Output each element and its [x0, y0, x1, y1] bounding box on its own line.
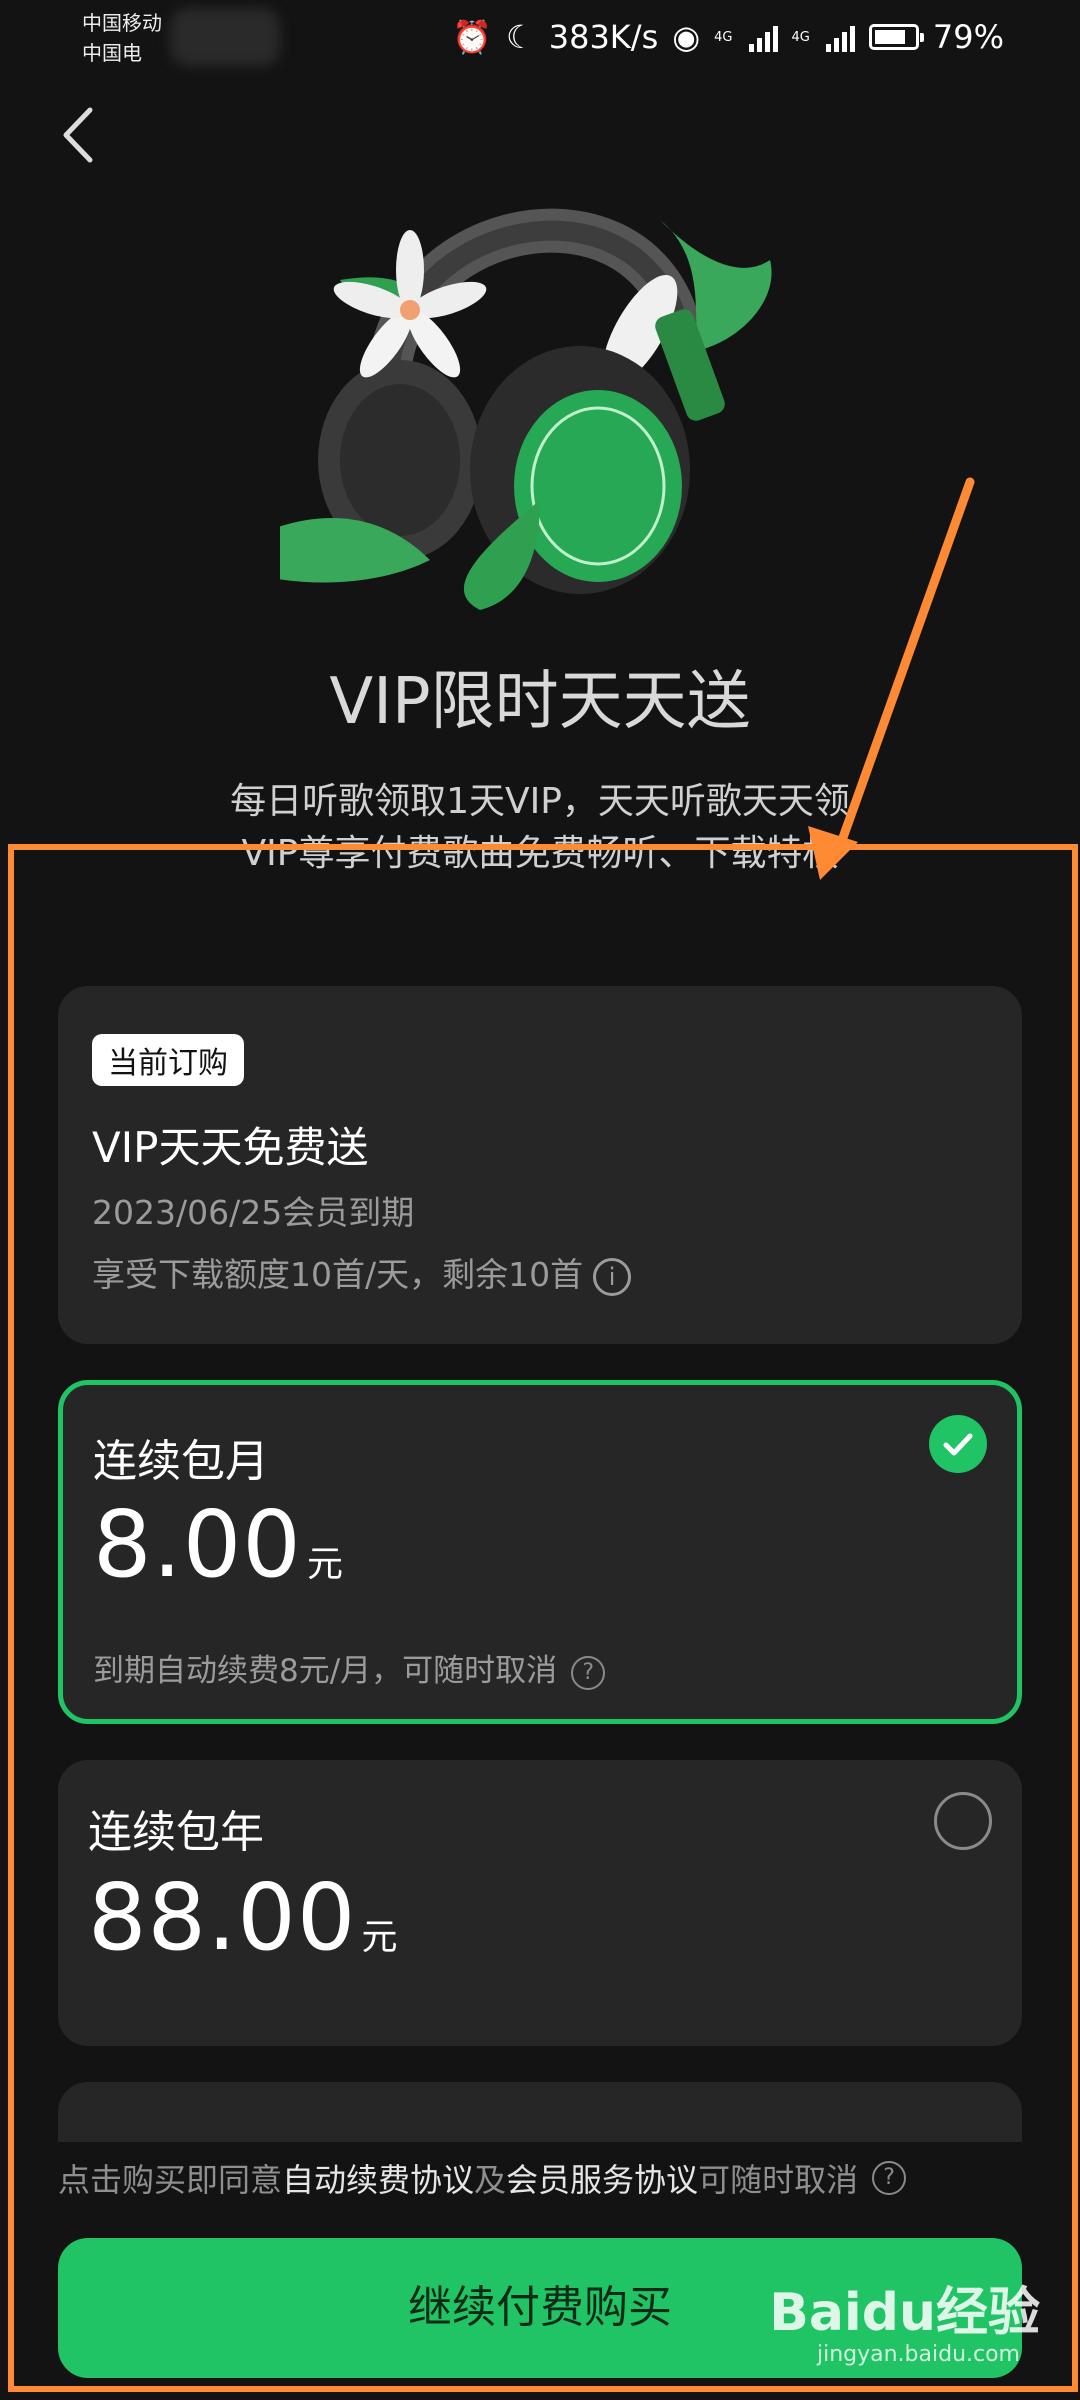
agree-mid: 及 [474, 2161, 507, 2199]
net-speed: 383K/s [548, 18, 659, 56]
subtitle-line-2: VIP尊享付费歌曲免费畅听、下载特权 [241, 833, 839, 874]
back-button[interactable] [56, 100, 116, 170]
plan-name: 连续包月 [93, 1436, 269, 1487]
plan-card-partial[interactable] [58, 2082, 1022, 2142]
watermark-url: jingyan.baidu.com [816, 2342, 1020, 2367]
agree-suffix: 可随时取消 [698, 2161, 859, 2199]
price-row: 88.00 元 [88, 1864, 398, 1971]
plan-note-row: 到期自动续费8元/月，可随时取消? [93, 1645, 606, 1690]
member-service-agreement-link[interactable]: 会员服务协议 [506, 2155, 698, 2201]
plan-card-yearly[interactable]: 连续包年 88.00 元 [58, 1760, 1022, 2046]
signal-icon-2 [825, 22, 855, 52]
check-icon [929, 1415, 987, 1473]
plan-price: 8.00 [93, 1491, 302, 1598]
headphones-illustration [280, 208, 772, 610]
status-bar: 中国移动 中国电 ⏰ ☾ 383K/s ◉ 4G 4G 79% [0, 0, 1080, 80]
page-title: VIP限时天天送 [329, 665, 751, 739]
alarm-icon: ⏰ [452, 18, 493, 56]
battery-percent: 79% [932, 18, 1004, 56]
current-plan-name: VIP天天免费送 [92, 1123, 369, 1172]
auto-renew-agreement-link[interactable]: 自动续费协议 [282, 2155, 474, 2201]
signal-icon-1 [748, 22, 778, 52]
carrier-label-1: 中国移动 [82, 11, 162, 35]
carrier-label-2: 中国电 [82, 41, 142, 65]
plan-card-monthly[interactable]: 连续包月 8.00 元 到期自动续费8元/月，可随时取消? [58, 1380, 1022, 1724]
plan-name: 连续包年 [88, 1807, 264, 1858]
price-unit: 元 [306, 1544, 343, 1585]
subtitle-line-1: 每日听歌领取1天VIP，天天听歌天天领 [230, 781, 850, 822]
battery-icon [868, 24, 924, 50]
network-type-2: 4G [791, 29, 810, 45]
price-row: 8.00 元 [93, 1491, 343, 1598]
blurred-time [170, 8, 280, 66]
agreement-row: 点击购买即同意 自动续费协议 及 会员服务协议 可随时取消 ? [58, 2155, 907, 2201]
question-icon[interactable]: ? [872, 2161, 907, 2195]
network-type-1: 4G [714, 29, 733, 45]
question-icon[interactable]: ? [571, 1655, 606, 1690]
hotspot-icon: ◉ [672, 18, 701, 56]
radio-icon[interactable] [934, 1792, 992, 1850]
current-subscription-card: 当前订购 VIP天天免费送 2023/06/25会员到期 享受下载额度10首/天… [58, 986, 1022, 1344]
watermark-logo: Baidu经验 [769, 2283, 1040, 2343]
moon-icon: ☾ [506, 18, 535, 56]
plan-price: 88.00 [88, 1864, 357, 1971]
chevron-left-icon [63, 107, 93, 163]
quota-row: 享受下载额度10首/天，剩余10首 i [92, 1248, 632, 1296]
info-icon[interactable]: i [593, 1257, 632, 1296]
plan-note: 到期自动续费8元/月，可随时取消 [93, 1653, 558, 1689]
agree-prefix: 点击购买即同意 [58, 2161, 283, 2199]
expiry-text: 2023/06/25会员到期 [92, 1193, 415, 1232]
current-badge: 当前订购 [92, 1034, 244, 1086]
quota-text: 享受下载额度10首/天，剩余10首 [92, 1255, 584, 1294]
status-right: ⏰ ☾ 383K/s ◉ 4G 4G 79% [452, 14, 1004, 60]
price-unit: 元 [361, 1917, 398, 1958]
